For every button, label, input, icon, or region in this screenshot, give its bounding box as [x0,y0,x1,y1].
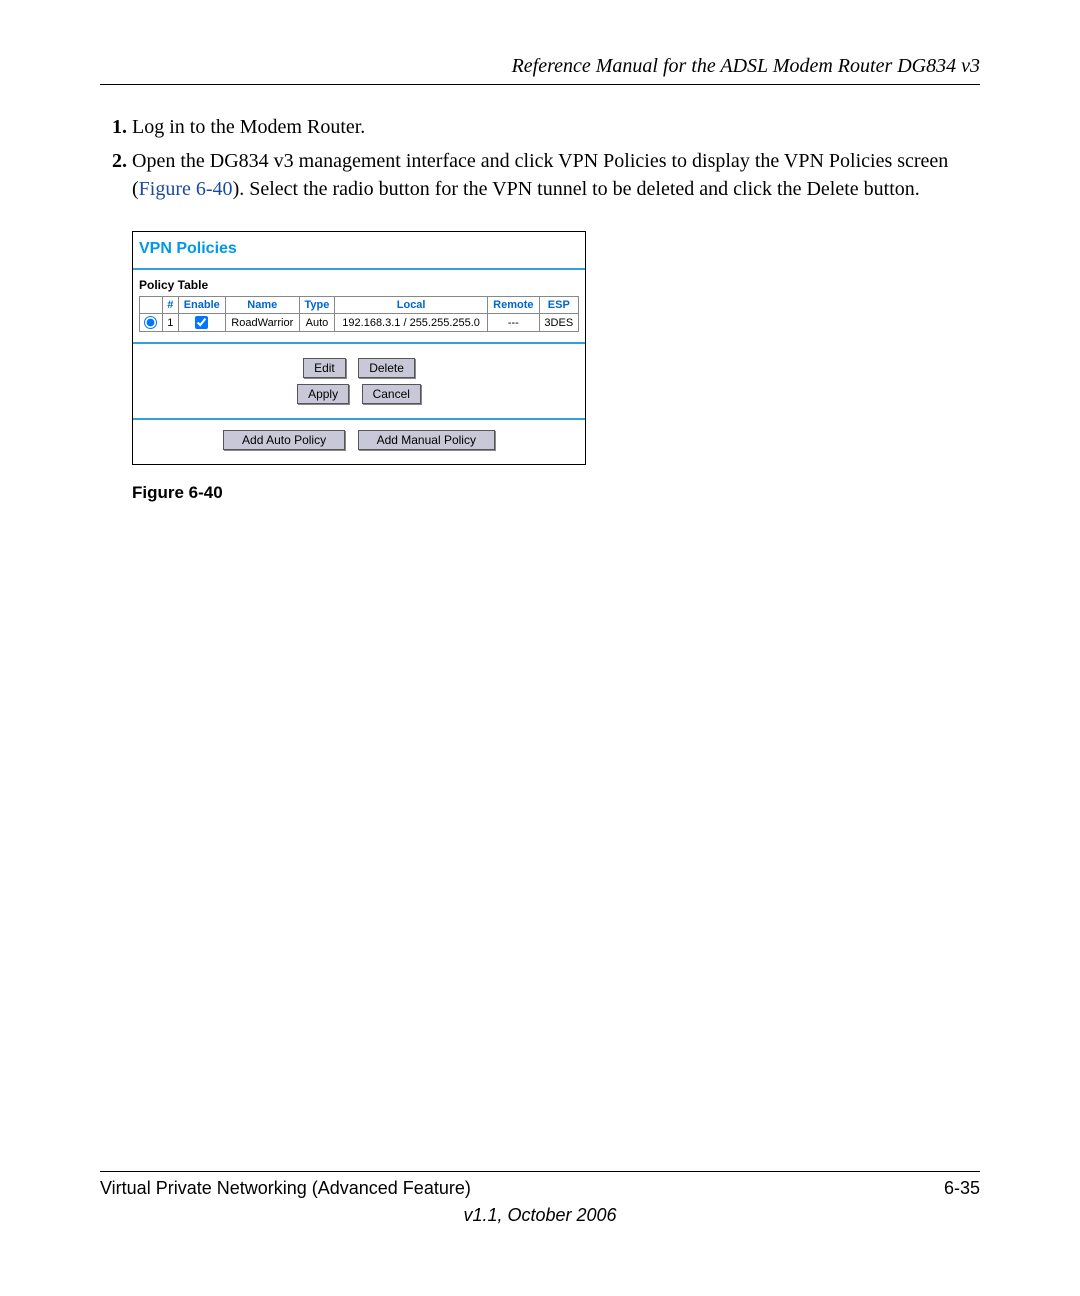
add-manual-policy-button[interactable]: Add Manual Policy [358,430,495,450]
cell-local: 192.168.3.1 / 255.255.255.0 [335,314,488,332]
vpn-policies-heading: VPN Policies [133,232,585,262]
cell-name: RoadWarrior [225,314,299,332]
col-enable: Enable [178,297,225,314]
table-row: 1 RoadWarrior Auto 192.168.3.1 / 255.255… [140,314,579,332]
table-header-row: # Enable Name Type Local Remote ESP [140,297,579,314]
col-select [140,297,163,314]
step-2-text-b: ). Select the radio button for the VPN t… [233,178,920,200]
cell-type: Auto [299,314,334,332]
vpn-policies-screenshot: VPN Policies Policy Table # Enable Name … [132,231,586,465]
col-local: Local [335,297,488,314]
row-select-radio[interactable] [144,316,157,329]
add-auto-policy-button[interactable]: Add Auto Policy [223,430,345,450]
cell-num: 1 [162,314,178,332]
col-esp: ESP [539,297,578,314]
divider [133,418,585,420]
policy-table-label: Policy Table [133,270,585,296]
col-type: Type [299,297,334,314]
delete-button[interactable]: Delete [358,358,415,378]
divider [133,342,585,344]
cancel-button[interactable]: Cancel [362,384,421,404]
col-num: # [162,297,178,314]
step-2: Open the DG834 v3 management interface a… [132,147,980,203]
col-name: Name [225,297,299,314]
edit-button[interactable]: Edit [303,358,346,378]
step-1: Log in to the Modem Router. [132,113,980,141]
page-header-title: Reference Manual for the ADSL Modem Rout… [100,55,980,78]
footer-section: Virtual Private Networking (Advanced Fea… [100,1178,471,1199]
col-remote: Remote [488,297,539,314]
row-enable-checkbox[interactable] [195,316,208,329]
steps-list: Log in to the Modem Router. Open the DG8… [100,113,980,203]
footer-page-number: 6-35 [944,1178,980,1199]
figure-caption: Figure 6-40 [132,483,980,503]
cell-esp: 3DES [539,314,578,332]
cell-remote: --- [488,314,539,332]
footer-rule [100,1171,980,1172]
footer-version: v1.1, October 2006 [100,1205,980,1226]
figure-reference-link[interactable]: Figure 6-40 [139,178,233,200]
policy-table: # Enable Name Type Local Remote ESP 1 Ro… [139,296,579,332]
apply-button[interactable]: Apply [297,384,349,404]
header-rule [100,84,980,85]
page-footer: Virtual Private Networking (Advanced Fea… [100,1171,980,1226]
